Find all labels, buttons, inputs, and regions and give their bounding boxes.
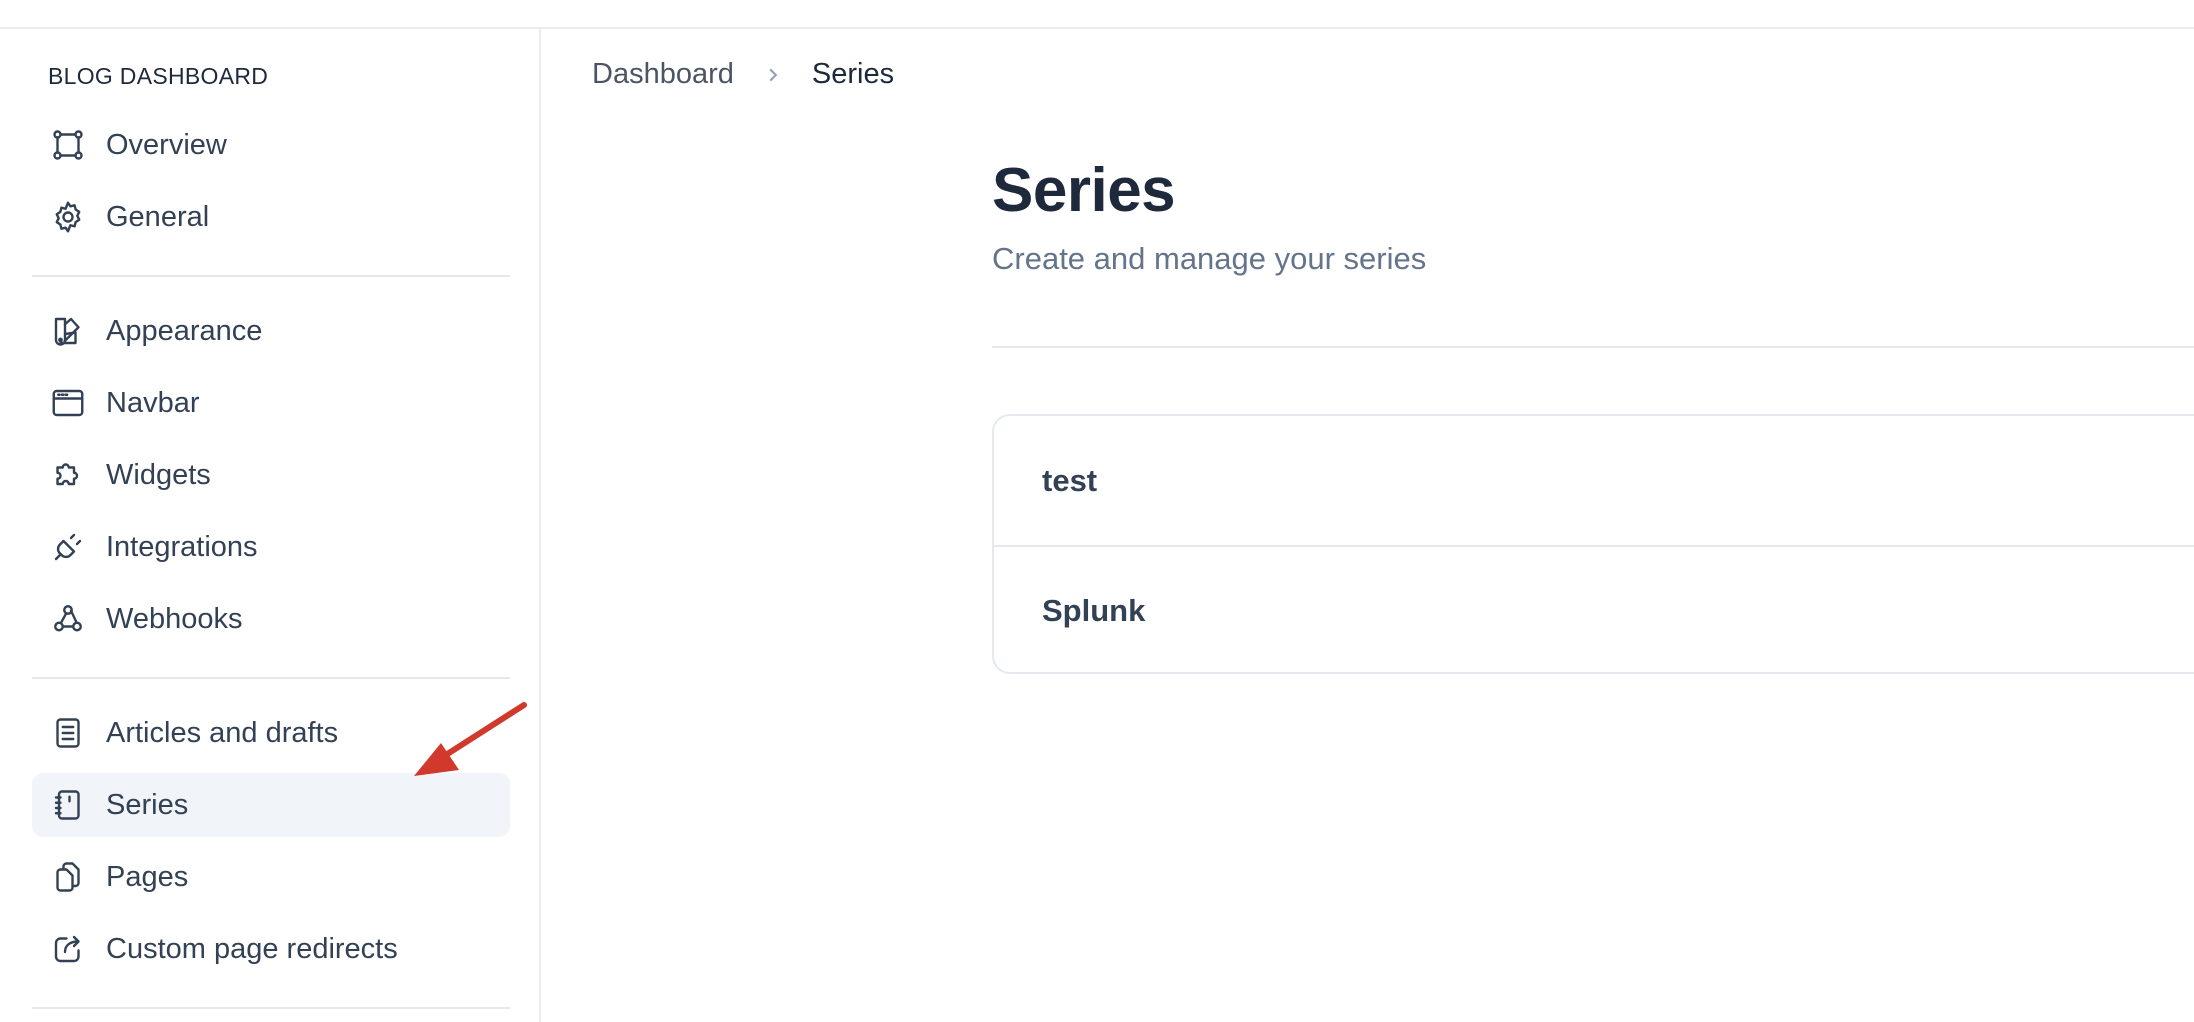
plug-icon (50, 529, 86, 565)
sidebar-item-general[interactable]: General (32, 185, 510, 249)
sidebar-item-label: Integrations (106, 530, 258, 563)
sidebar-item-label: Overview (106, 128, 227, 161)
sidebar-item-integrations[interactable]: Integrations (32, 515, 510, 579)
pages-icon (50, 859, 86, 895)
series-item-name: test (1042, 462, 1098, 498)
swatch-icon (50, 313, 86, 349)
sidebar-item-label: Appearance (106, 314, 263, 347)
sidebar-item-appearance[interactable]: Appearance (32, 299, 510, 363)
sidebar-item-label: Articles and drafts (106, 716, 339, 749)
sidebar-item-articles[interactable]: Articles and drafts (32, 701, 510, 765)
sidebar-item-custom-redirects[interactable]: Custom page redirects (32, 917, 510, 981)
series-item[interactable]: test (994, 416, 2194, 545)
chevron-right-icon (764, 66, 782, 84)
series-item[interactable]: Splunk (994, 545, 2194, 672)
sidebar-item-label: Series (106, 788, 189, 821)
document-icon (50, 715, 86, 751)
sidebar-item-pages[interactable]: Pages (32, 845, 510, 909)
sidebar-item-widgets[interactable]: Widgets (32, 443, 510, 507)
page-title: Series (992, 156, 1176, 225)
sidebar: BLOG DASHBOARD Overview General Appearan… (0, 29, 541, 1022)
top-bar (0, 0, 2194, 29)
content-divider (992, 346, 2194, 348)
breadcrumb-dashboard-link[interactable]: Dashboard (592, 58, 734, 91)
workflow-icon (50, 127, 86, 163)
sidebar-item-series[interactable]: Series (32, 773, 510, 837)
series-list: test Splunk (992, 414, 2194, 674)
breadcrumb-current: Series (811, 58, 895, 90)
webhook-icon (50, 601, 86, 637)
puzzle-icon (50, 457, 86, 493)
breadcrumb: Dashboard Series (592, 58, 894, 91)
sidebar-item-label: Webhooks (106, 602, 243, 635)
sidebar-divider (32, 275, 510, 277)
page-subtitle: Create and manage your series (992, 241, 1427, 276)
gear-icon (50, 199, 86, 235)
sidebar-item-navbar[interactable]: Navbar (32, 371, 510, 435)
sidebar-item-label: General (106, 200, 210, 233)
browser-window-icon (50, 385, 86, 421)
sidebar-divider (32, 677, 510, 679)
external-link-icon (50, 931, 86, 967)
sidebar-item-overview[interactable]: Overview (32, 113, 510, 177)
series-item-name: Splunk (1042, 592, 1146, 628)
notebook-icon (50, 787, 86, 823)
sidebar-item-webhooks[interactable]: Webhooks (32, 587, 510, 651)
sidebar-item-label: Custom page redirects (106, 932, 398, 965)
sidebar-title: BLOG DASHBOARD (48, 63, 269, 89)
sidebar-divider (32, 1007, 510, 1009)
sidebar-item-label: Widgets (106, 458, 211, 491)
sidebar-item-label: Pages (106, 860, 189, 893)
sidebar-item-label: Navbar (106, 386, 200, 419)
